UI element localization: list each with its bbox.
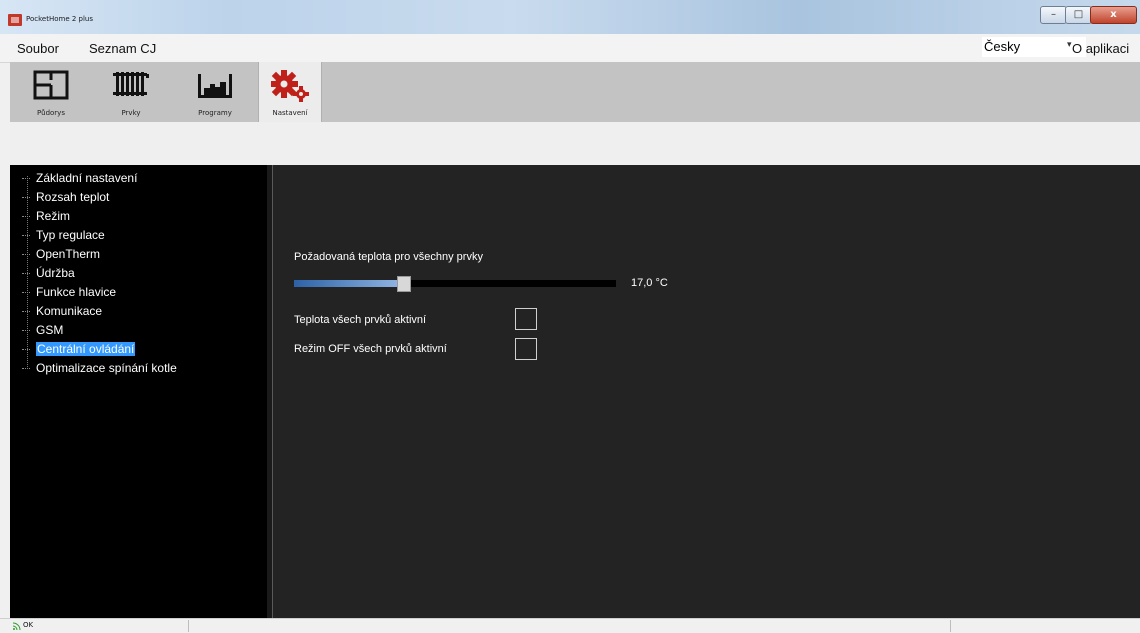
slider-fill [294, 280, 397, 287]
tree-item-maintenance[interactable]: Údržba [22, 266, 75, 280]
toolbar: Půdorys Prvky Programy Nastavení [10, 62, 1140, 122]
setpoint-label: Požadovaná teplota pro všechny prvky [294, 251, 483, 263]
toolbar-label: Programy [198, 109, 232, 117]
setpoint-value: 17,0 °C [631, 277, 668, 289]
chevron-down-icon: ▾ [1067, 39, 1072, 49]
off-active-checkbox[interactable] [515, 338, 537, 360]
title-bar: PocketHome 2 plus – □ x [0, 0, 1140, 34]
tree-item-opentherm[interactable]: OpenTherm [22, 247, 100, 261]
temperature-slider[interactable] [294, 276, 616, 292]
temp-active-label: Teplota všech prvků aktivní [294, 314, 427, 326]
minimize-button[interactable]: – [1040, 6, 1067, 24]
signal-icon [13, 622, 21, 630]
menu-file[interactable]: Soubor [17, 41, 59, 56]
tree-item-communication[interactable]: Komunikace [22, 304, 102, 318]
off-active-label: Režim OFF všech prvků aktivní [294, 343, 447, 355]
window-title: PocketHome 2 plus [26, 15, 94, 23]
language-select[interactable]: Česky ▾ [982, 37, 1086, 57]
menu-price-list[interactable]: Seznam CJ [89, 41, 156, 56]
status-text: OK [23, 621, 34, 629]
status-bar: OK [0, 618, 1140, 633]
app-icon [8, 14, 22, 26]
tree-item-regulation-type[interactable]: Typ regulace [22, 228, 105, 242]
tree-item-head-functions[interactable]: Funkce hlavice [22, 285, 116, 299]
tree-item-central-control[interactable]: Centrální ovládání [22, 342, 136, 356]
status-divider [950, 620, 951, 632]
content-panel: Požadovaná teplota pro všechny prvky 17,… [273, 165, 1140, 618]
tree-item-boiler-optimization[interactable]: Optimalizace spínání kotle [22, 361, 177, 375]
menu-about[interactable]: O aplikaci [1072, 41, 1129, 56]
tree-item-temperature-range[interactable]: Rozsah teplot [22, 190, 109, 204]
radiator-icon [113, 72, 149, 96]
settings-tree: Základní nastavení Rozsah teplot Režim T… [10, 165, 268, 618]
toolbar-button-elements[interactable]: Prvky [100, 62, 162, 122]
menu-bar: Soubor Seznam CJ Česky ▾ O aplikaci [0, 34, 1140, 63]
gears-icon [271, 70, 309, 102]
toolbar-button-settings[interactable]: Nastavení [258, 62, 322, 122]
toolbar-sub-band [10, 122, 1140, 164]
program-chart-icon [198, 74, 232, 98]
temp-active-checkbox[interactable] [515, 308, 537, 330]
toolbar-button-floorplan[interactable]: Půdorys [20, 62, 82, 122]
toolbar-button-programs[interactable]: Programy [184, 62, 246, 122]
toolbar-label: Prvky [121, 109, 141, 117]
status-divider [188, 620, 189, 632]
toolbar-label: Nastavení [272, 109, 308, 117]
floorplan-icon [33, 70, 69, 100]
tree-item-gsm[interactable]: GSM [22, 323, 63, 337]
tree-item-basic-settings[interactable]: Základní nastavení [22, 171, 137, 185]
close-button[interactable]: x [1090, 6, 1137, 24]
toolbar-label: Půdorys [37, 109, 65, 117]
language-value: Česky [984, 39, 1021, 54]
maximize-button[interactable]: □ [1065, 6, 1092, 24]
tree-item-mode[interactable]: Režim [22, 209, 70, 223]
slider-thumb[interactable] [397, 276, 411, 292]
